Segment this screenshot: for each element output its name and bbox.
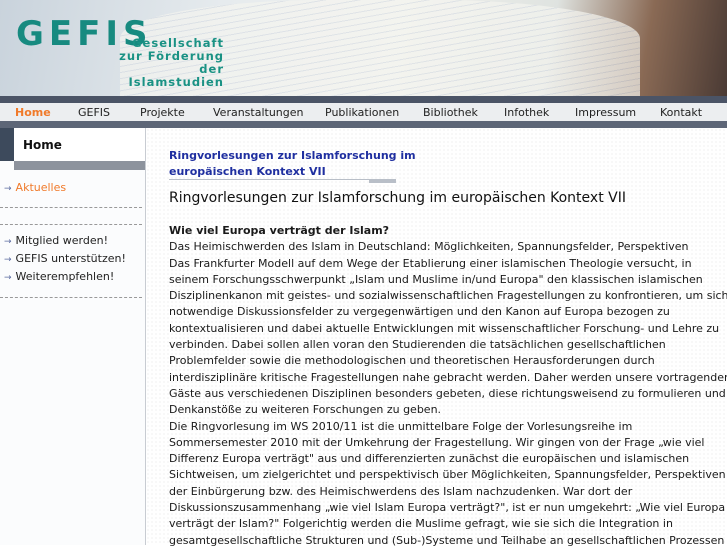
breadcrumb-line[interactable]: europäischen Kontext VII [169, 164, 416, 180]
page-title: Ringvorlesungen zur Islamforschung im eu… [169, 190, 626, 206]
text-line: Sommersemester 2010 mit der Umkehrung de… [169, 435, 705, 449]
divider [0, 207, 142, 208]
text-line: Problemfelder sowie die methodologischen… [169, 354, 655, 368]
nav-impressum[interactable]: Impressum [575, 106, 636, 119]
text-line: Sichtweisen, um zielgerichtet und perspe… [169, 468, 726, 482]
divider [0, 224, 142, 225]
text-line: seinem Forschungsschwerpunkt „Islam und … [169, 272, 703, 286]
text-line: Disziplinenkanon mit geistes- und sozial… [169, 289, 727, 303]
text-line: kontextualisieren und dabei aktuelle Ent… [169, 321, 720, 335]
divider [0, 297, 142, 298]
text-line: der Einbürgerung bzw. des Heimischwerden… [169, 484, 633, 498]
sidebar-link-mitglied[interactable]: → Mitglied werden! [4, 234, 108, 247]
arrow-icon: → [4, 237, 12, 247]
article-subheading: Wie viel Europa verträgt der Islam? [169, 224, 390, 237]
text-line: verträgt der Islam?" Folgerichtig werden… [169, 517, 673, 531]
text-line: gesamtgesellschaftliche Strukturen und (… [169, 533, 725, 547]
text-line: Die Ringvorlesung im WS 2010/11 ist die … [169, 419, 633, 433]
nav-bibliothek[interactable]: Bibliothek [423, 106, 478, 119]
divider-tab [369, 179, 396, 183]
sidebar-link-unterstuetzen[interactable]: → GEFIS unterstützen! [4, 252, 126, 265]
nav-kontakt[interactable]: Kontakt [660, 106, 702, 119]
arrow-icon: → [4, 255, 12, 265]
sidebar-link-weiterempfehlen[interactable]: → Weiterempfehlen! [4, 270, 114, 283]
sidebar-title: Home [23, 138, 62, 152]
sidebar-link-aktuelles[interactable]: → Aktuelles [4, 181, 66, 194]
divider [0, 96, 727, 103]
article-body: Wie viel Europa verträgt der Islam? Das … [169, 223, 727, 549]
text-line: verbinden. Dabei sollen allen voran den … [169, 338, 666, 352]
sidebar-bar [14, 161, 145, 170]
text-line: Diskussionszusammenhang „wie viel Islam … [169, 501, 726, 515]
nav-veranstaltungen[interactable]: Veranstaltungen [213, 106, 304, 119]
divider [0, 121, 727, 128]
sidebar-header: Home [0, 128, 145, 161]
link-label: GEFIS unterstützen! [15, 252, 126, 265]
nav-projekte[interactable]: Projekte [140, 106, 185, 119]
text-line: Denkanstöße zu weiteren Forschungen zu g… [169, 403, 442, 417]
main-nav: Home GEFIS Projekte Veranstaltungen Publ… [0, 103, 727, 121]
arrow-icon: → [4, 184, 12, 194]
text-line: Das Heimischwerden des Islam in Deutschl… [169, 240, 689, 254]
text-line: Differenz Europa verträgt" aus und diffe… [169, 452, 690, 466]
sidebar: Home → Aktuelles → Mitglied werden! → GEFIS… [0, 128, 146, 545]
link-label: Weiterempfehlen! [15, 270, 115, 283]
tagline-line: der Islamstudien [128, 62, 224, 89]
divider [169, 179, 396, 180]
text-line: interdisziplinäre kritische Fragestellun… [169, 370, 727, 384]
nav-infothek[interactable]: Infothek [504, 106, 549, 119]
nav-gefis[interactable]: GEFIS [78, 106, 110, 119]
text-line: Gäste aus verschiedenen Disziplinen beso… [169, 386, 726, 400]
breadcrumb-line[interactable]: Ringvorlesungen zur Islamforschung im [169, 148, 416, 164]
header-banner: GEFIS Gesellschaft zur Förderung der Isl… [0, 0, 727, 96]
tagline: Gesellschaft zur Förderung der Islamstud… [110, 37, 224, 89]
arrow-icon: → [4, 273, 12, 283]
text-line: notwendige Diskussionsfelder zu vergegen… [169, 305, 670, 319]
link-label: Aktuelles [15, 181, 67, 194]
text-line: Das Frankfurter Modell auf dem Wege der … [169, 256, 692, 270]
main-content: Ringvorlesungen zur Islamforschung im eu… [146, 128, 727, 547]
link-label: Mitglied werden! [15, 234, 108, 247]
breadcrumb: Ringvorlesungen zur Islamforschung im eu… [169, 148, 416, 180]
nav-home[interactable]: Home [15, 106, 51, 119]
nav-publikationen[interactable]: Publikationen [325, 106, 399, 119]
